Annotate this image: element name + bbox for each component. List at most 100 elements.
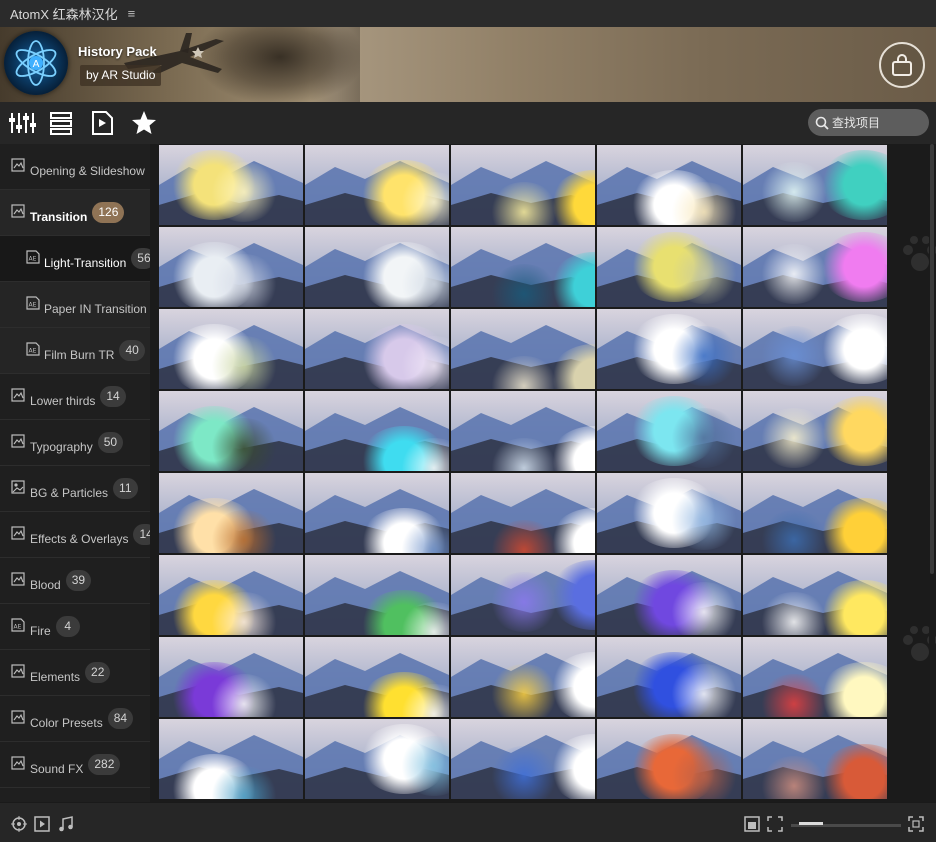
sidebar-item-film-burn-tr[interactable]: AE Film Burn TR 40 (0, 328, 150, 374)
preset-thumbnail[interactable] (743, 555, 887, 635)
preset-thumbnail[interactable] (597, 555, 741, 635)
sidebar-item-opening-slideshow[interactable]: Opening & Slideshow (0, 144, 150, 190)
sidebar-item-effects-overlays[interactable]: Effects & Overlays 14 (0, 512, 150, 558)
preset-thumbnail[interactable] (159, 555, 303, 635)
preset-thumbnail[interactable] (597, 473, 741, 553)
preset-thumbnail[interactable] (159, 473, 303, 553)
grid-scrollbar[interactable] (929, 144, 935, 802)
fit-icon[interactable] (767, 816, 783, 832)
preset-thumbnail[interactable] (159, 719, 303, 799)
category-list: Opening & Slideshow Transition 126 AE Light-… (0, 144, 150, 788)
preset-thumbnail[interactable] (305, 555, 449, 635)
store-button[interactable] (879, 42, 925, 88)
sidebar-item-label: Transition (30, 210, 88, 224)
sidebar-item-bg-particles[interactable]: BG & Particles 11 (0, 466, 150, 512)
sidebar-item-label: Paper IN Transition (44, 302, 147, 316)
preset-thumbnail[interactable] (451, 145, 595, 225)
preset-thumbnail[interactable] (305, 473, 449, 553)
preset-thumbnail[interactable] (305, 227, 449, 307)
favorite-star-icon[interactable] (130, 110, 158, 136)
sidebar-item-label: Color Presets (30, 716, 103, 730)
shopping-bag-icon (892, 54, 912, 76)
folder-icon (11, 664, 25, 678)
folder-icon (11, 434, 25, 448)
preset-thumbnail[interactable] (743, 473, 887, 553)
atomx-panel: AtomX 红森林汉化 ≡ A History Pack by AR Studi… (0, 0, 936, 842)
preview-icon[interactable] (89, 110, 117, 136)
preset-thumbnail[interactable] (743, 227, 887, 307)
count-badge: 4 (55, 616, 80, 637)
sidebar-item-lower-thirds[interactable]: Lower thirds 14 (0, 374, 150, 420)
preset-thumbnail[interactable] (305, 391, 449, 471)
thumbnail-size-slider[interactable] (791, 822, 901, 827)
preset-thumbnail[interactable] (159, 309, 303, 389)
category-sidebar: Opening & Slideshow Transition 126 AE Light-… (0, 144, 150, 802)
search-box[interactable] (808, 109, 929, 136)
play-box-icon[interactable] (34, 816, 50, 832)
preset-thumbnail[interactable] (159, 227, 303, 307)
music-note-icon[interactable] (58, 816, 74, 832)
preset-thumbnail[interactable] (451, 719, 595, 799)
sidebar-item-label: Effects & Overlays (30, 532, 129, 546)
fullscreen-icon[interactable] (908, 816, 924, 832)
preset-thumbnail[interactable] (451, 555, 595, 635)
sidebar-item-label: Blood (30, 578, 61, 592)
count-badge: 14 (100, 386, 126, 407)
preset-thumbnail[interactable] (305, 145, 449, 225)
preset-thumbnail[interactable] (159, 637, 303, 717)
anchor-target-icon[interactable] (11, 816, 27, 832)
preset-thumbnail[interactable] (305, 309, 449, 389)
preset-thumbnail[interactable] (597, 391, 741, 471)
svg-text:AE: AE (29, 348, 37, 355)
sidebar-item-light-transition[interactable]: AE Light-Transition 56 (0, 236, 150, 282)
preset-thumbnail[interactable] (743, 309, 887, 389)
pack-author: by AR Studio (80, 65, 162, 86)
sidebar-item-elements[interactable]: Elements 22 (0, 650, 150, 696)
sidebar-item-blood[interactable]: Blood 39 (0, 558, 150, 604)
sidebar-item-label: Elements (30, 670, 81, 684)
list-icon[interactable] (48, 110, 76, 136)
folder-icon (11, 572, 25, 586)
preset-thumbnail[interactable] (451, 309, 595, 389)
hamburger-menu-icon[interactable]: ≡ (128, 6, 136, 21)
preset-thumbnail[interactable] (597, 637, 741, 717)
smoke-edge-decoration (310, 27, 360, 102)
sidebar-item-typography[interactable]: Typography 50 (0, 420, 150, 466)
sidebar-item-transition[interactable]: Transition 126 (0, 190, 150, 236)
preset-thumbnail[interactable] (597, 719, 741, 799)
grid-scroll-thumb[interactable] (930, 144, 934, 574)
preset-thumbnail[interactable] (305, 719, 449, 799)
sidebar-item-fire[interactable]: AE Fire 4 (0, 604, 150, 650)
preset-thumbnail[interactable] (743, 391, 887, 471)
app-title: AtomX 红森林汉化 (10, 7, 118, 22)
preset-thumbnail[interactable] (305, 637, 449, 717)
svg-text:AE: AE (29, 302, 37, 309)
ae-file-icon: AE (11, 618, 25, 632)
screen-capture-icon[interactable] (744, 816, 760, 832)
mixer-icon[interactable] (8, 110, 36, 136)
preset-thumbnail[interactable] (597, 145, 741, 225)
preset-thumbnail[interactable] (451, 473, 595, 553)
sidebar-item-sound-fx[interactable]: Sound FX 282 (0, 742, 150, 788)
sidebar-item-color-presets[interactable]: Color Presets 84 (0, 696, 150, 742)
preset-thumbnail[interactable] (597, 227, 741, 307)
search-input[interactable] (832, 115, 922, 130)
count-badge: 22 (85, 662, 111, 683)
count-badge: 126 (92, 202, 125, 223)
preset-thumbnail[interactable] (159, 391, 303, 471)
preset-thumbnail[interactable] (451, 637, 595, 717)
preset-thumbnail[interactable] (743, 145, 887, 225)
sidebar-item-label: Film Burn TR (44, 348, 115, 362)
preset-thumbnail[interactable] (743, 637, 887, 717)
preset-thumbnail[interactable] (451, 391, 595, 471)
preset-thumbnail[interactable] (743, 719, 887, 799)
preset-thumbnail[interactable] (451, 227, 595, 307)
sidebar-item-paper-in-transition[interactable]: AE Paper IN Transition (0, 282, 150, 328)
folder-icon (11, 158, 25, 172)
count-badge: 40 (119, 340, 145, 361)
count-badge: 84 (107, 708, 134, 729)
count-badge: 50 (97, 432, 124, 453)
preset-thumbnail[interactable] (159, 145, 303, 225)
preset-thumbnail[interactable] (597, 309, 741, 389)
slider-fill (799, 822, 823, 825)
